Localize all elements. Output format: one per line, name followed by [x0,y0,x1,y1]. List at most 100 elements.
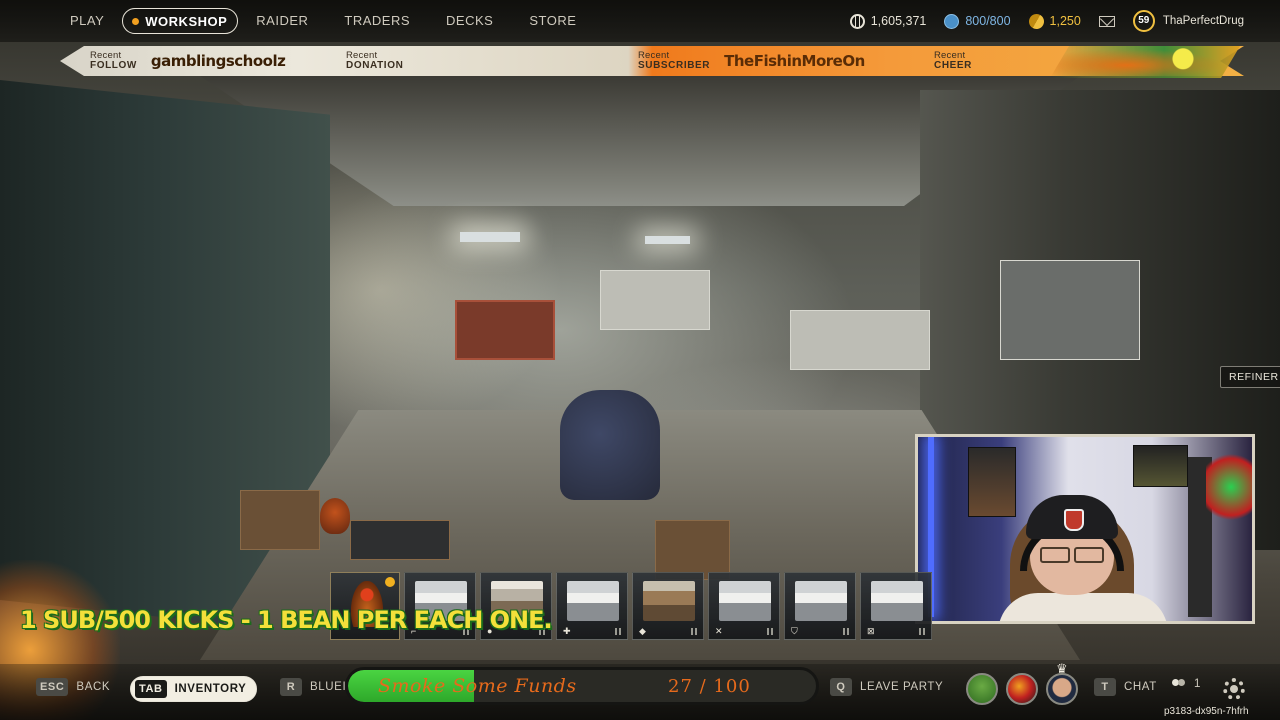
party-avatars [966,661,1078,705]
nav-traders[interactable]: TRADERS [326,8,428,34]
t-key: T [1094,678,1116,696]
slot-pause-icon [919,628,925,635]
scene-wooden-crate [655,520,730,580]
back-label: BACK [76,681,111,693]
r-key: R [280,678,302,696]
recent-donation: Recent DONATION [346,46,403,76]
scene-electronics-desk [790,310,930,370]
nav-workshop[interactable]: WORKSHOP [122,8,239,34]
funds-goal-count: 27 / 100 [668,676,751,697]
party-icon [1172,678,1186,690]
main-menu: PLAY WORKSHOP RAIDER TRADERS DECKS STORE [52,8,594,34]
top-nav: PLAY WORKSHOP RAIDER TRADERS DECKS STORE… [0,0,1280,42]
utility-bench-icon [871,581,923,621]
scene-tool-tray [350,520,450,560]
item-slot-gunsmith[interactable]: ✕ [708,572,780,640]
credits-value: 1,250 [1049,14,1081,28]
chat-hint[interactable]: T CHAT [1094,678,1157,696]
slot-badge-icon: ⛉ [791,626,798,636]
scene-electronics-desk [600,270,710,330]
medical-bench-icon [567,581,619,621]
streamer-beanie [1026,495,1118,539]
streamer-shirt [998,593,1168,621]
wood-bench-icon [643,581,695,621]
credits-icon [1025,10,1047,32]
party-count[interactable]: 1 [1172,678,1201,690]
credits-display: 1,250 [1025,10,1081,32]
leave-party-hint[interactable]: Q LEAVE PARTY [830,678,943,696]
streamer [998,485,1168,621]
nav-store[interactable]: STORE [511,8,594,34]
mail-icon[interactable] [1098,15,1115,27]
banner-artwork [1050,46,1240,78]
recent-follow: Recent FOLLOW gamblingschoolz [90,46,285,76]
gear-icon[interactable] [1223,678,1245,700]
profile-chip[interactable]: 59 ThaPerfectDrug [1132,10,1244,32]
slot-badge-icon: ✚ [563,626,571,636]
recent-follow-name: gamblingschoolz [150,52,286,70]
recent-donation-label: Recent DONATION [346,51,403,71]
stream-promo-text: 1 SUB/500 KICKS - 1 BEAN PER EACH ONE. [20,606,553,634]
gear-bench-icon [795,581,847,621]
inventory-label: INVENTORY [174,683,247,695]
item-slot-medical-bench[interactable]: ✚ [556,572,628,640]
nav-decks[interactable]: DECKS [428,8,511,34]
webcam-overlay [915,434,1255,624]
currency-bar: 1,605,371 800/800 1,250 59 ThaPerfectDru… [849,10,1244,32]
item-slot-gear-bench[interactable]: ⛉ [784,572,856,640]
leave-party-label: LEAVE PARTY [860,681,944,693]
webcam-poster [1133,445,1188,487]
slot-badge-icon: ◆ [639,626,646,636]
tab-key: TAB [135,680,167,698]
blueprints-hint[interactable]: R BLUEI [280,678,346,696]
scene-hanging-lamp [460,232,520,242]
seed-icon [944,13,960,29]
inventory-button[interactable]: TAB INVENTORY [130,676,258,702]
item-slot-wood-bench[interactable]: ◆ [632,572,704,640]
gunsmith-bench-icon [719,581,771,621]
recent-subscriber-name: TheFishinMoreOn [724,52,865,70]
q-key: Q [830,678,852,696]
recent-donation-title: DONATION [346,60,404,71]
party-count-value: 1 [1194,678,1201,690]
scene-wooden-crate [240,490,320,550]
party-member-avatar[interactable] [966,673,998,705]
esc-key: ESC [36,678,69,696]
new-item-star-icon [385,577,395,587]
seeds-display: 800/800 [944,13,1011,29]
slot-pause-icon [767,628,773,635]
recent-follow-title: FOLLOW [90,60,137,71]
party-member-avatar[interactable] [1006,673,1038,705]
seeds-value: 800/800 [965,14,1011,28]
back-hint[interactable]: ESC BACK [36,678,110,696]
funds-goal-bar: Smoke Some Funds 27 / 100 [345,667,819,705]
funds-goal-title: Smoke Some Funds [378,675,577,697]
level-badge: 59 [1132,10,1155,32]
recent-subscriber: Recent SUBSCRIBER TheFishinMoreOn [638,46,865,76]
nav-play[interactable]: PLAY [52,8,122,34]
scene-red-workbench [455,300,555,360]
recent-follow-label: Recent FOLLOW [90,51,137,71]
webcam-neon-sign [1206,447,1252,527]
slot-badge-icon: ⊠ [867,626,875,636]
scene-hanging-lamp [645,236,690,244]
recent-subscriber-label: Recent SUBSCRIBER [638,51,710,71]
coins-icon [849,13,865,29]
party-leader-avatar[interactable] [1046,661,1078,705]
coins-value: 1,605,371 [870,14,927,28]
slot-pause-icon [843,628,849,635]
slot-pause-icon [615,628,621,635]
nav-raider[interactable]: RAIDER [238,8,326,34]
slot-badge-icon: ✕ [715,626,723,636]
blueprints-label: BLUEI [310,681,347,693]
item-slot-utility-bench[interactable]: ⊠ [860,572,932,640]
recent-cheer: Recent CHEER [934,46,972,76]
slot-pause-icon [691,628,697,635]
scene-machine-rack [1000,260,1140,360]
scene-rooster [320,498,350,534]
scene-armchair [560,390,660,500]
recent-cheer-title: CHEER [934,60,973,71]
refiner-station-tag[interactable]: REFINER [1220,366,1280,388]
chat-label: CHAT [1124,681,1157,693]
recent-subscriber-title: SUBSCRIBER [638,60,711,71]
